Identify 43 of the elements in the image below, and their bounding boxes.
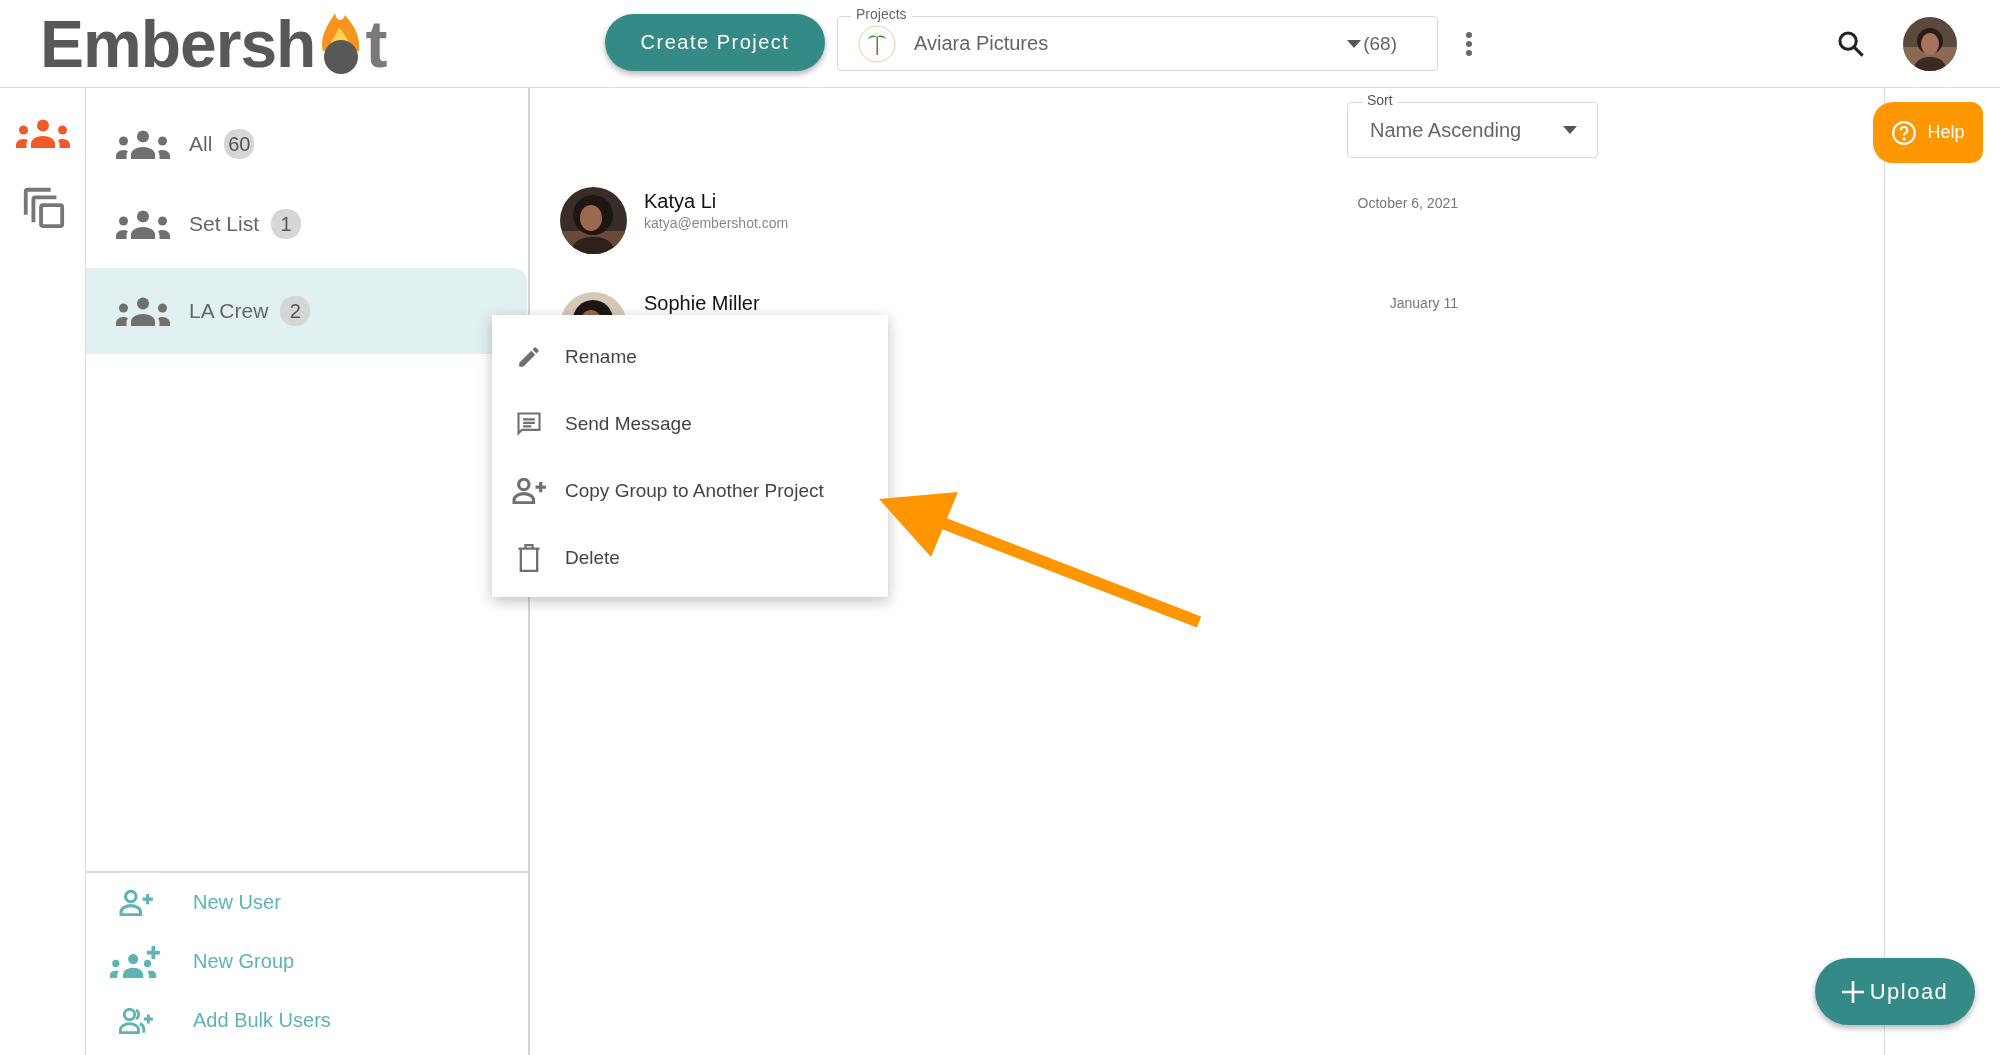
help-icon bbox=[1891, 119, 1918, 146]
count-badge: 60 bbox=[224, 129, 255, 159]
group-icon bbox=[116, 296, 170, 326]
message-icon bbox=[514, 409, 543, 438]
search-icon[interactable] bbox=[1837, 29, 1865, 58]
group-item[interactable]: LA Crew 2 bbox=[86, 268, 527, 354]
project-name: Aviara Pictures bbox=[914, 32, 1050, 55]
project-count: (68) bbox=[1363, 32, 1397, 55]
more-options-icon[interactable] bbox=[1465, 30, 1473, 57]
trash-icon bbox=[516, 543, 541, 572]
field-label: Projects bbox=[851, 6, 912, 22]
add-users-icon bbox=[119, 1007, 153, 1034]
group-icon bbox=[116, 129, 170, 159]
user-name: Katya Li bbox=[644, 190, 718, 213]
add-user-icon bbox=[511, 477, 546, 504]
upload-button[interactable]: Upload bbox=[1815, 958, 1975, 1025]
date-text: October 6, 2021 bbox=[1357, 194, 1458, 213]
group-item[interactable]: Set List 1 bbox=[86, 184, 527, 264]
groups-icon[interactable] bbox=[15, 118, 70, 148]
group-item[interactable]: All 60 bbox=[86, 104, 527, 184]
caret-icon bbox=[1347, 39, 1362, 48]
logo-text: t bbox=[365, 10, 387, 77]
user-name: Sophie Miller bbox=[644, 292, 761, 315]
create-project-button[interactable]: Create Project bbox=[605, 14, 825, 71]
field-label: Sort bbox=[1363, 92, 1397, 108]
palm-tree-icon bbox=[858, 24, 896, 63]
add-group-icon bbox=[110, 945, 162, 978]
menu-item[interactable]: Send Message bbox=[492, 390, 888, 457]
plus-icon bbox=[1841, 980, 1864, 1003]
group-name: LA Crew bbox=[189, 299, 269, 323]
sort-value: Name Ascending bbox=[1370, 118, 1523, 142]
group-icon bbox=[116, 209, 170, 239]
count-badge: 1 bbox=[271, 209, 302, 239]
group-name: All bbox=[189, 132, 213, 156]
menu-item[interactable]: Delete bbox=[492, 524, 888, 591]
count-badge: 2 bbox=[280, 296, 311, 326]
add-user-icon bbox=[119, 889, 153, 916]
user-email: katya@embershot.com bbox=[644, 215, 790, 231]
caret-icon bbox=[1563, 126, 1577, 134]
group-name: Set List bbox=[189, 212, 260, 236]
logo-text: Embersh bbox=[40, 10, 316, 77]
menu-item[interactable]: Copy Group to Another Project bbox=[492, 457, 888, 524]
date-text: January 11 bbox=[1389, 294, 1458, 313]
